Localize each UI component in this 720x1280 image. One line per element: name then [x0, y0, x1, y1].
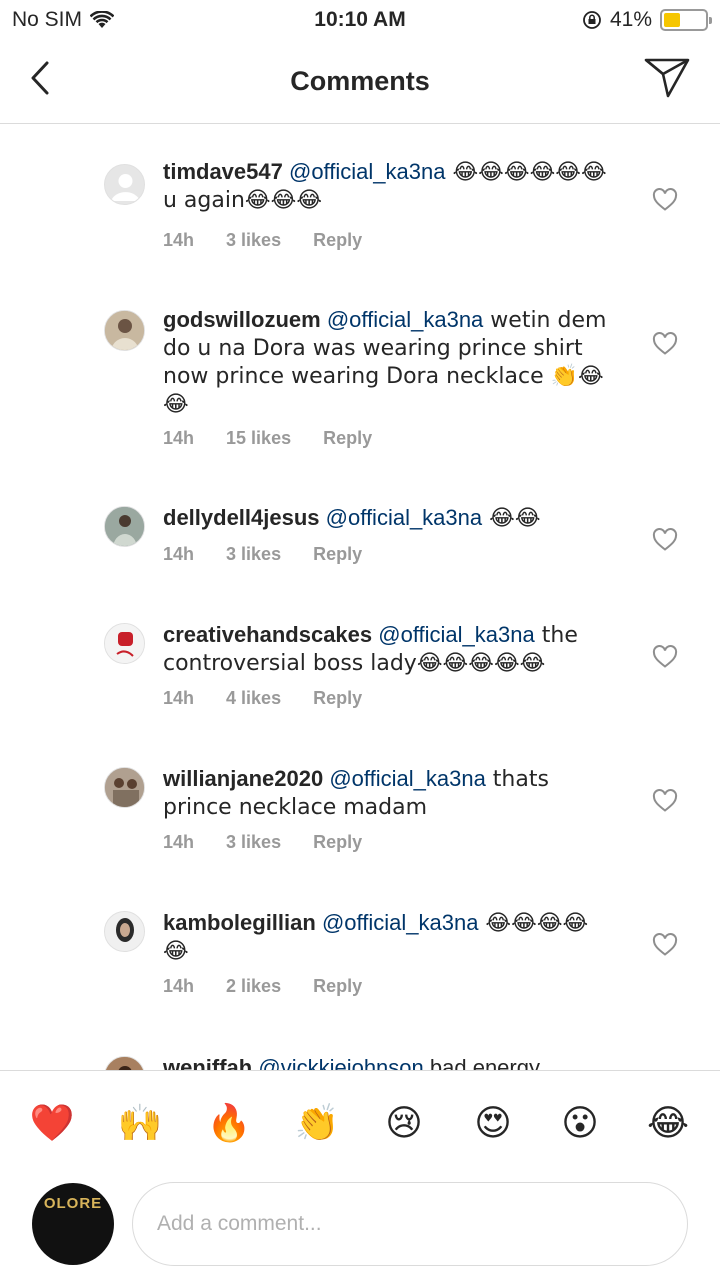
default-avatar-icon	[111, 174, 140, 201]
comment-meta: 14h 3 likes Reply	[163, 230, 394, 251]
reply-button[interactable]: Reply	[313, 832, 362, 853]
comment-mention[interactable]: @official_ka3na	[326, 505, 482, 530]
reply-button[interactable]: Reply	[313, 230, 362, 251]
clapping-emoji-button[interactable]: 👏	[293, 1099, 341, 1147]
reply-button[interactable]: Reply	[313, 688, 362, 709]
profile-photo	[105, 624, 144, 663]
comment-text: weniffah @vickkiejohnson bad energy	[163, 1054, 608, 1070]
heart-icon[interactable]	[652, 332, 678, 356]
avatar[interactable]	[104, 623, 145, 664]
comment-username[interactable]: timdave547	[163, 159, 283, 184]
reply-button[interactable]: Reply	[323, 428, 372, 449]
comment-meta: 14h 4 likes Reply	[163, 688, 394, 709]
reply-button[interactable]: Reply	[313, 544, 362, 565]
comment-likes[interactable]: 3 likes	[226, 230, 281, 251]
nav-bar: Comments	[0, 40, 720, 124]
share-button[interactable]	[642, 56, 692, 100]
page-title: Comments	[290, 66, 430, 96]
comment-text: willianjane2020 @official_ka3na thats pr…	[163, 765, 608, 821]
comment-mention[interactable]: @official_ka3na	[289, 159, 445, 184]
comment-time: 14h	[163, 976, 195, 996]
comment-username[interactable]: creativehandscakes	[163, 622, 372, 647]
heart-eyes-emoji-button[interactable]: 😍	[469, 1099, 517, 1147]
status-bar: No SIM 10:10 AM 41%	[0, 0, 720, 40]
fire-emoji-button[interactable]: 🔥	[205, 1099, 253, 1147]
heart-icon[interactable]	[652, 528, 678, 552]
comment-time: 14h	[163, 544, 195, 564]
comment-username[interactable]: willianjane2020	[163, 766, 323, 791]
heart-icon[interactable]	[652, 645, 678, 669]
comment-username[interactable]: kambolegillian	[163, 910, 316, 935]
battery-icon	[660, 9, 712, 31]
raising-hands-emoji-button[interactable]: 🙌	[116, 1099, 164, 1147]
heart-icon[interactable]	[652, 188, 678, 212]
crying-emoji-button[interactable]: 😢	[380, 1099, 428, 1147]
comment-text: godswillozuem @official_ka3na wetin dem …	[163, 306, 608, 418]
avatar[interactable]	[104, 310, 145, 351]
avatar[interactable]	[104, 1056, 145, 1070]
battery-fill	[664, 13, 680, 27]
comment-content: 😂😂	[482, 506, 541, 531]
comment-username[interactable]: dellydell4jesus	[163, 505, 320, 530]
send-icon	[644, 58, 690, 98]
comment-username[interactable]: godswillozuem	[163, 307, 321, 332]
comment-mention[interactable]: @official_ka3na	[327, 307, 483, 332]
heart-icon[interactable]	[652, 933, 678, 957]
my-avatar[interactable]: OLORE	[32, 1183, 114, 1265]
comment-likes[interactable]: 15 likes	[226, 428, 291, 449]
comment-mention[interactable]: @vickkiejohnson	[258, 1055, 423, 1070]
quick-emoji-bar: ❤️ 🙌 🔥 👏 😢 😍 😮 😂	[0, 1070, 720, 1176]
comment-composer: OLORE	[0, 1176, 720, 1280]
comment-text: timdave547 @official_ka3na 😂😂😂😂😂😂u again…	[163, 158, 608, 214]
heart-icon[interactable]	[652, 789, 678, 813]
comment-time: 14h	[163, 688, 195, 708]
reply-button[interactable]: Reply	[313, 976, 362, 997]
comment-time: 14h	[163, 230, 195, 250]
orientation-lock-icon	[583, 11, 601, 29]
comment-likes[interactable]: 3 likes	[226, 832, 281, 853]
profile-photo	[105, 311, 144, 350]
avatar-logo-text: OLORE	[43, 1195, 103, 1212]
profile-photo	[105, 912, 144, 951]
status-right: 41%	[582, 8, 712, 32]
laughing-emoji-button[interactable]: 😂	[644, 1099, 692, 1147]
surprised-emoji-button[interactable]: 😮	[556, 1099, 604, 1147]
comment-mention[interactable]: @official_ka3na	[378, 622, 534, 647]
comment-text: dellydell4jesus @official_ka3na 😂😂	[163, 504, 608, 532]
comment-time: 14h	[163, 428, 195, 448]
comment-text: kambolegillian @official_ka3na 😂😂😂😂😂	[163, 909, 608, 965]
comments-list[interactable]: timdave547 @official_ka3na 😂😂😂😂😂😂u again…	[0, 124, 720, 1070]
comment-likes[interactable]: 3 likes	[226, 544, 281, 565]
avatar[interactable]	[104, 164, 145, 205]
comment-mention[interactable]: @official_ka3na	[329, 766, 485, 791]
comment-meta: 14h 2 likes Reply	[163, 976, 394, 997]
comment-meta: 14h 3 likes Reply	[163, 832, 394, 853]
comment-content: bad energy	[423, 1055, 540, 1070]
comment-mention[interactable]: @official_ka3na	[322, 910, 478, 935]
comment-likes[interactable]: 4 likes	[226, 688, 281, 709]
avatar[interactable]	[104, 911, 145, 952]
profile-photo	[105, 507, 144, 546]
profile-photo	[105, 768, 144, 807]
comment-likes[interactable]: 2 likes	[226, 976, 281, 997]
comment-meta: 14h 3 likes Reply	[163, 544, 394, 565]
avatar[interactable]	[104, 506, 145, 547]
avatar[interactable]	[104, 767, 145, 808]
comment-input[interactable]	[132, 1182, 688, 1266]
comment-time: 14h	[163, 832, 195, 852]
comment-text: creativehandscakes @official_ka3na the c…	[163, 621, 608, 677]
comment-username[interactable]: weniffah	[163, 1055, 252, 1070]
battery-percent: 41%	[609, 8, 652, 31]
heart-emoji-button[interactable]: ❤️	[28, 1099, 76, 1147]
profile-photo	[105, 1057, 144, 1070]
comment-meta: 14h 15 likes Reply	[163, 428, 404, 449]
